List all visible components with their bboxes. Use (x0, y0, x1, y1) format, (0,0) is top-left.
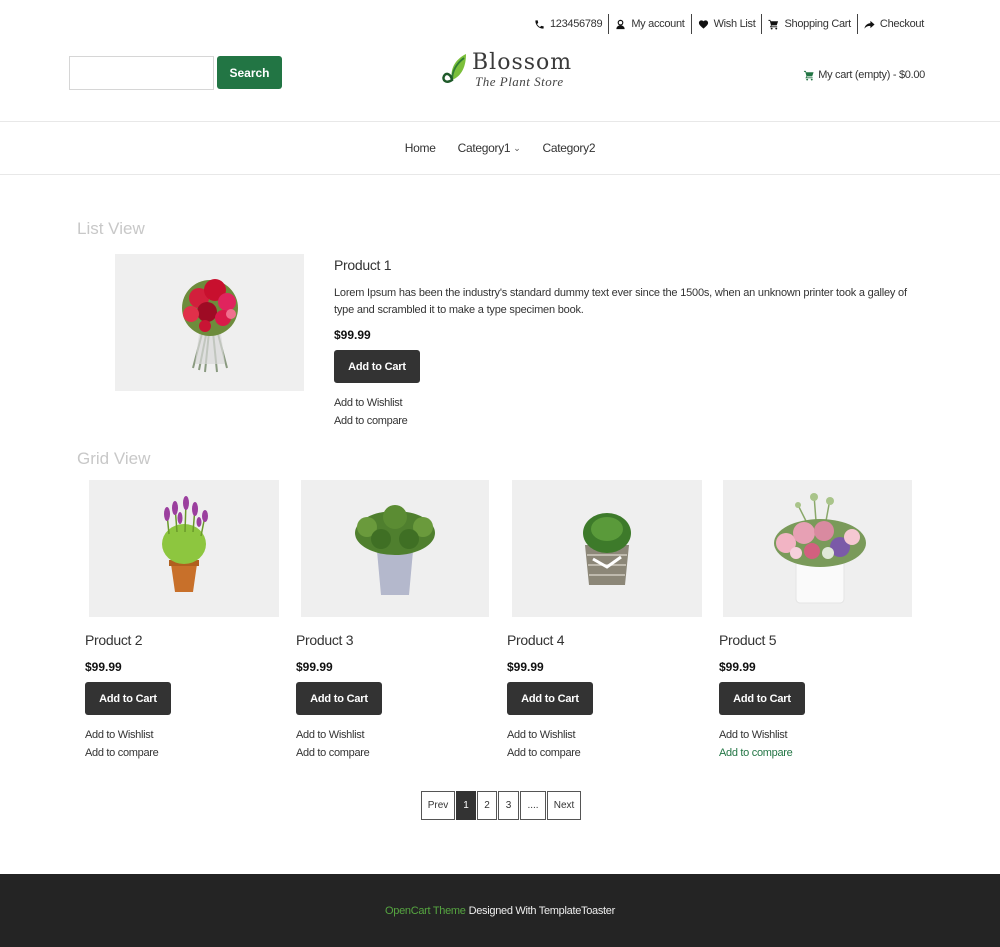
grid-view-title: Grid View (77, 449, 151, 468)
page-ellipsis-button[interactable]: .... (520, 791, 546, 820)
add-to-compare-link[interactable]: Add to compare (334, 415, 408, 427)
add-to-compare-link[interactable]: Add to compare (85, 747, 159, 759)
wish-list-link[interactable]: Wish List (692, 14, 762, 34)
product-description: Lorem Ipsum has been the industry's stan… (334, 287, 907, 316)
footer-theme-link[interactable]: OpenCart Theme (385, 905, 466, 917)
lavender-pot-image (162, 495, 208, 592)
logo-tagline: The Plant Store (475, 74, 564, 89)
page-2-button[interactable]: 2 (477, 791, 497, 820)
leaf-logo-icon (442, 54, 466, 83)
product-image[interactable] (115, 254, 304, 391)
add-to-cart-button[interactable]: Add to Cart (85, 682, 171, 715)
add-to-compare-link[interactable]: Add to compare (719, 747, 793, 759)
mini-cart-label: My cart (empty) - $0.00 (818, 69, 925, 81)
mini-cart[interactable]: My cart (empty) - $0.00 (803, 69, 925, 81)
search-input[interactable] (69, 56, 214, 90)
checkout-label: Checkout (879, 18, 924, 30)
phone-number: 123456789 (549, 18, 603, 30)
shopping-cart-label: Shopping Cart (784, 18, 851, 30)
product-price: $99.99 (296, 660, 333, 674)
list-view-title: List View (77, 219, 145, 238)
phone-icon (535, 19, 544, 29)
add-to-compare-link[interactable]: Add to compare (507, 747, 581, 759)
my-account-link[interactable]: My account (609, 14, 690, 34)
add-to-wishlist-link[interactable]: Add to Wishlist (507, 729, 576, 741)
logo-name: Blossom (472, 50, 573, 75)
add-to-cart-button[interactable]: Add to Cart (507, 682, 593, 715)
add-to-compare-link[interactable]: Add to compare (296, 747, 370, 759)
prev-page-button[interactable]: Prev (421, 791, 455, 820)
moss-basket-image (583, 512, 631, 585)
product-title[interactable]: Product 3 (296, 632, 354, 648)
chevron-down-icon: ⌄ (513, 142, 521, 153)
nav-item-home[interactable]: Home (405, 141, 436, 155)
add-to-wishlist-link[interactable]: Add to Wishlist (719, 729, 788, 741)
wish-list-label: Wish List (713, 18, 756, 30)
product-title[interactable]: Product 4 (507, 632, 565, 648)
main-nav: Home Category1 ⌄ Category2 (0, 121, 1000, 175)
top-links-bar: 123456789 My account Wish List Shopping … (528, 14, 930, 34)
heart-icon (698, 19, 708, 29)
shopping-cart-link[interactable]: Shopping Cart (762, 14, 856, 34)
pink-flower-box-image (773, 493, 866, 604)
product-price: $99.99 (507, 660, 544, 674)
cart-icon (804, 70, 814, 81)
product-image[interactable] (512, 480, 702, 617)
nav-label: Home (404, 141, 436, 155)
nav-label: Category1 (457, 141, 511, 155)
page-1-button[interactable]: 1 (456, 791, 476, 820)
product-image[interactable] (89, 480, 279, 617)
herb-grey-pot-image (355, 504, 435, 595)
product-title[interactable]: Product 5 (719, 632, 777, 648)
footer: OpenCart Theme Designed With TemplateToa… (0, 874, 1000, 947)
checkout-link[interactable]: Checkout (858, 14, 930, 34)
search-button[interactable]: Search (217, 56, 282, 89)
add-to-wishlist-link[interactable]: Add to Wishlist (296, 729, 365, 741)
add-to-wishlist-link[interactable]: Add to Wishlist (85, 729, 154, 741)
cart-icon (768, 19, 779, 30)
product-image[interactable] (301, 480, 489, 617)
product-price: $99.99 (85, 660, 122, 674)
footer-credit-text: Designed With TemplateToaster (468, 904, 616, 917)
user-icon (616, 19, 625, 29)
logo[interactable]: Blossom The Plant Store (440, 50, 572, 90)
pagination: Prev 1 2 3 .... Next (421, 791, 581, 820)
phone-link[interactable]: 123456789 (528, 14, 608, 34)
red-bouquet-image (181, 278, 238, 372)
product-title[interactable]: Product 2 (85, 632, 143, 648)
product-title[interactable]: Product 1 (334, 257, 392, 273)
nav-item-category2[interactable]: Category2 (543, 141, 596, 155)
product-price: $99.99 (334, 328, 371, 342)
add-to-cart-button[interactable]: Add to Cart (296, 682, 382, 715)
page-3-button[interactable]: 3 (498, 791, 519, 820)
add-to-cart-button[interactable]: Add to Cart (719, 682, 805, 715)
nav-item-category1[interactable]: Category1 ⌄ (458, 141, 521, 155)
my-account-label: My account (631, 18, 685, 30)
add-to-wishlist-link[interactable]: Add to Wishlist (334, 397, 403, 409)
share-arrow-icon (864, 20, 875, 29)
add-to-cart-button[interactable]: Add to Cart (334, 350, 420, 383)
product-price: $99.99 (719, 660, 756, 674)
next-page-button[interactable]: Next (547, 791, 581, 820)
nav-label: Category2 (542, 141, 596, 155)
product-image[interactable] (723, 480, 912, 617)
